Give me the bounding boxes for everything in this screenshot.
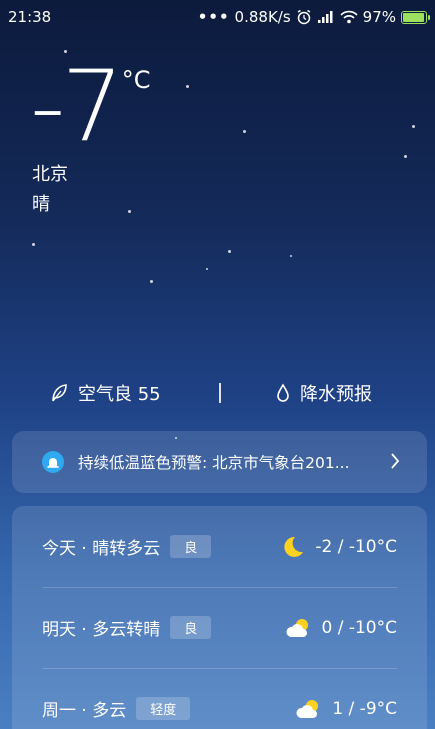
weather-condition: 晴 [32,194,50,215]
chevron-right-icon [391,453,400,469]
air-quality-badge: 良 [170,535,212,558]
battery-icon [401,10,430,24]
air-quality-badge: 良 [170,616,212,639]
temperature-value: -7 [30,50,124,164]
forecast-day: 今天 · 晴转多云 [42,539,161,559]
forecast-day: 周一 · 多云 [42,701,127,721]
alert-text: 持续低温蓝色预警: 北京市气象台201... [78,454,350,472]
cloud-sun-icon [285,618,308,637]
battery-fill [403,12,425,22]
status-time: 21:38 [8,8,52,26]
city-name[interactable]: 北京 [32,160,68,186]
wifi-icon [340,10,358,24]
alarm-icon [297,9,311,25]
forecast-range: -2 / -10°C [315,536,397,557]
info-divider [219,383,221,403]
forecast-row-monday[interactable]: 周一 · 多云 轻度 1 / -9°C [12,668,427,729]
battery-percent: 97% [362,8,396,26]
forecast-day: 明天 · 多云转晴 [42,620,161,640]
cloud-sun-icon [296,699,319,718]
network-speed: 0.88K/s [234,8,291,26]
leaf-icon [52,384,67,402]
info-row: 空气良 55 降水预报 [0,378,435,408]
status-bar: 21:38 ••• 0.88K/s 97% [0,0,435,34]
more-dots: ••• [197,8,230,26]
temperature-unit: °C [121,66,151,94]
signal-icon [317,11,333,23]
moon-icon [284,536,304,557]
alert-siren-icon [42,451,64,473]
air-quality-badge: 轻度 [136,697,191,720]
forecast-card: 今天 · 晴转多云 良 -2 / -10°C 明天 · 多云转晴 良 0 / -… [12,506,427,729]
status-right: ••• 0.88K/s 97% [197,8,430,26]
air-quality-label: 空气良 55 [78,384,161,405]
forecast-row-tomorrow[interactable]: 明天 · 多云转晴 良 0 / -10°C [12,587,427,668]
air-quality-button[interactable]: 空气良 55 [50,380,161,406]
forecast-row-today[interactable]: 今天 · 晴转多云 良 -2 / -10°C [12,506,427,587]
rain-forecast-button[interactable]: 降水预报 [276,380,372,406]
rain-forecast-label: 降水预报 [300,384,372,405]
weather-alert-banner[interactable]: 持续低温蓝色预警: 北京市气象台201... [12,431,427,493]
forecast-range: 0 / -10°C [321,617,398,638]
water-drop-icon [277,383,289,402]
current-temperature: -7 °C [30,58,150,156]
forecast-range: 1 / -9°C [332,698,397,719]
